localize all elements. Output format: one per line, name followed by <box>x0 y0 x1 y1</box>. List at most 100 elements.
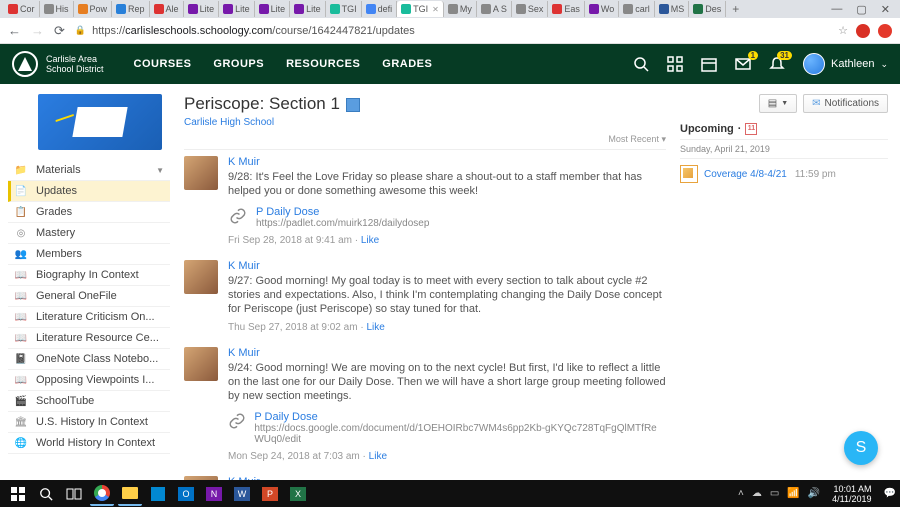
browser-tab[interactable]: TGI <box>326 1 362 17</box>
taskbar-clock[interactable]: 10:01 AM 4/11/2019 <box>828 484 875 504</box>
sidebar-item-materials[interactable]: 📁Materials▼ <box>8 160 170 181</box>
calendar-icon[interactable] <box>701 56 717 72</box>
school-link[interactable]: Carlisle High School <box>184 117 274 128</box>
window-close[interactable]: ✕ <box>881 3 890 16</box>
notification-tray-icon[interactable]: 💬 <box>884 488 896 499</box>
sort-dropdown[interactable]: Most Recent ▾ <box>184 128 666 150</box>
url-box[interactable]: 🔒 https://carlisleschools.schoology.com/… <box>75 25 828 37</box>
sidebar-item-literature-resource-ce[interactable]: 📖Literature Resource Ce... <box>8 328 170 349</box>
sidebar-item-opposing-viewpoints-i[interactable]: 📖Opposing Viewpoints I... <box>8 370 170 391</box>
window-maximize[interactable]: ▢ <box>856 3 866 16</box>
start-button[interactable] <box>6 482 30 506</box>
browser-tab[interactable]: Ale <box>150 1 184 17</box>
sidebar-item-mastery[interactable]: ◎Mastery <box>8 223 170 244</box>
search-icon[interactable] <box>633 56 649 72</box>
sidebar-item-grades[interactable]: 📋Grades <box>8 202 170 223</box>
mail-icon[interactable]: 1 <box>735 56 751 72</box>
browser-tab[interactable]: carl <box>619 1 655 17</box>
apps-grid-icon[interactable] <box>667 56 683 72</box>
like-button[interactable]: Like <box>369 451 387 462</box>
district-logo[interactable] <box>12 51 38 77</box>
browser-tab[interactable]: Rep <box>112 1 150 17</box>
sidebar-item-updates[interactable]: 📄Updates <box>8 181 170 202</box>
browser-tab[interactable]: His <box>40 1 74 17</box>
schoology-float-button[interactable]: S <box>844 431 878 465</box>
chrome-taskbar-icon[interactable] <box>90 482 114 506</box>
browser-tab[interactable]: Pow <box>74 1 113 17</box>
sidebar-item-literature-criticism-on[interactable]: 📖Literature Criticism On... <box>8 307 170 328</box>
ext-abp-icon[interactable] <box>878 24 892 38</box>
browser-tab[interactable]: TGI✕ <box>397 1 444 17</box>
attachment-url[interactable]: https://docs.google.com/document/d/1OEHO… <box>254 423 666 445</box>
sidebar-item-onenote-class-notebo[interactable]: 📓OneNote Class Notebo... <box>8 349 170 370</box>
bell-icon[interactable]: 31 <box>769 56 785 72</box>
browser-tab[interactable]: A S <box>477 1 512 17</box>
browser-tab[interactable]: Lite <box>290 1 326 17</box>
sidebar-item-u-s-history-in-context[interactable]: 🏛U.S. History In Context <box>8 412 170 433</box>
powerpoint-icon[interactable]: P <box>258 482 282 506</box>
browser-tab[interactable]: Eas <box>548 1 585 17</box>
onenote-icon[interactable]: N <box>202 482 226 506</box>
attachment-title[interactable]: P Daily Dose <box>254 411 666 423</box>
file-explorer-icon[interactable] <box>118 482 142 506</box>
like-button[interactable]: Like <box>361 235 379 246</box>
nav-resources[interactable]: RESOURCES <box>286 58 360 70</box>
nav-courses[interactable]: COURSES <box>134 58 192 70</box>
ext-red-icon[interactable] <box>856 24 870 38</box>
upcoming-link[interactable]: Coverage 4/8-4/21 <box>704 169 787 180</box>
close-icon[interactable]: ✕ <box>432 5 439 14</box>
store-icon[interactable] <box>146 482 170 506</box>
tray-up-icon[interactable]: ˄ <box>738 488 744 499</box>
browser-tab[interactable]: Sex <box>512 1 549 17</box>
post-avatar[interactable] <box>184 156 218 190</box>
nav-groups[interactable]: GROUPS <box>213 58 264 70</box>
forward-button[interactable]: → <box>31 23 44 38</box>
browser-tab[interactable]: MS <box>655 1 690 17</box>
calendar-icon[interactable]: 11 <box>745 123 757 135</box>
updates-feed: Periscope: Section 1 Carlisle High Schoo… <box>170 84 680 480</box>
sidebar-item-members[interactable]: 👥Members <box>8 244 170 265</box>
wifi-tray-icon[interactable]: 📶 <box>787 488 799 499</box>
attachment-title[interactable]: P Daily Dose <box>256 206 429 218</box>
view-toggle-button[interactable]: ▤▼ <box>759 94 797 113</box>
nav-grades[interactable]: GRADES <box>382 58 432 70</box>
search-taskbar-icon[interactable] <box>34 482 58 506</box>
back-button[interactable]: ← <box>8 23 21 38</box>
upcoming-item[interactable]: Coverage 4/8-4/21 11:59 pm <box>680 159 888 189</box>
volume-tray-icon[interactable]: 🔊 <box>808 488 820 499</box>
excel-icon[interactable]: X <box>286 482 310 506</box>
word-icon[interactable]: W <box>230 482 254 506</box>
like-button[interactable]: Like <box>366 322 384 333</box>
browser-tab[interactable]: Lite <box>219 1 255 17</box>
course-image[interactable] <box>38 94 162 150</box>
sidebar-item-schooltube[interactable]: 🎬SchoolTube <box>8 391 170 412</box>
task-view-icon[interactable] <box>62 482 86 506</box>
browser-tab[interactable]: Des <box>689 1 726 17</box>
onedrive-tray-icon[interactable]: ☁ <box>752 488 762 499</box>
post-author[interactable]: K Muir <box>228 156 260 168</box>
new-tab-button[interactable]: + <box>726 2 745 16</box>
browser-tabstrip: CorHisPowRepAleLiteLiteLiteLiteTGIdefiTG… <box>0 0 900 18</box>
reload-button[interactable]: ⟳ <box>54 23 65 39</box>
attachment-url[interactable]: https://padlet.com/muirk128/dailydosep <box>256 218 429 229</box>
user-menu[interactable]: Kathleen ⌄ <box>803 53 888 75</box>
battery-tray-icon[interactable]: ▭ <box>770 488 779 499</box>
browser-tab[interactable]: Wo <box>585 1 619 17</box>
window-minimize[interactable]: — <box>831 3 842 16</box>
sidebar-item-world-history-in-context[interactable]: 🌐World History In Context <box>8 433 170 454</box>
browser-tab[interactable]: My <box>444 1 477 17</box>
notifications-button[interactable]: ✉ Notifications <box>803 94 888 113</box>
browser-tab[interactable]: defi <box>362 1 398 17</box>
bookmark-star-icon[interactable]: ☆ <box>838 24 848 37</box>
sidebar-item-general-onefile[interactable]: 📖General OneFile <box>8 286 170 307</box>
post-avatar[interactable] <box>184 260 218 294</box>
tab-label: A S <box>493 4 507 14</box>
browser-tab[interactable]: Lite <box>184 1 220 17</box>
browser-tab[interactable]: Lite <box>255 1 291 17</box>
post-author[interactable]: K Muir <box>228 347 260 359</box>
sidebar-item-biography-in-context[interactable]: 📖Biography In Context <box>8 265 170 286</box>
post-avatar[interactable] <box>184 347 218 381</box>
post-author[interactable]: K Muir <box>228 260 260 272</box>
outlook-icon[interactable]: O <box>174 482 198 506</box>
browser-tab[interactable]: Cor <box>4 1 40 17</box>
